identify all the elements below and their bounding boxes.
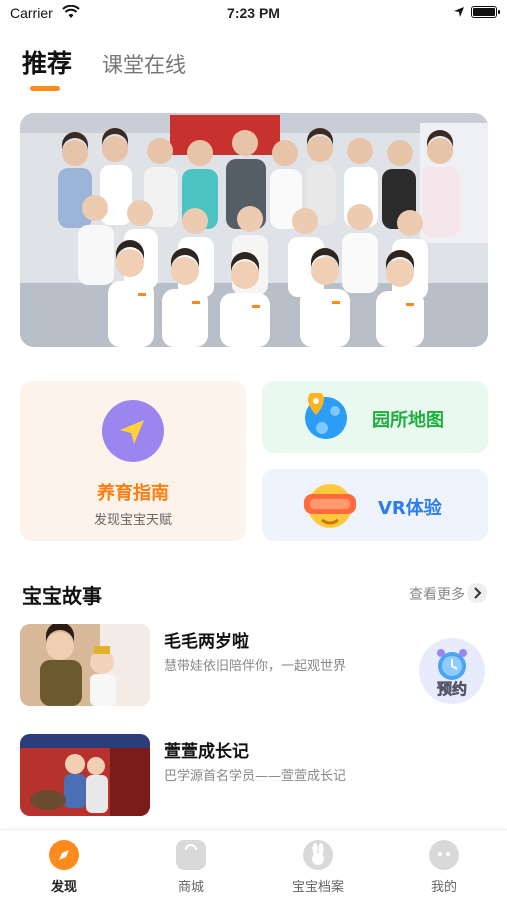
- chevron-right-icon[interactable]: [467, 583, 487, 603]
- tab-recommend[interactable]: 推荐: [22, 44, 72, 80]
- nav-item-shop[interactable]: 商城: [151, 840, 231, 895]
- navigation-arrow-icon: [102, 400, 164, 462]
- profile-icon: [429, 840, 459, 870]
- campus-map-title: 园所地图: [372, 410, 444, 431]
- reserve-label: 预约: [436, 680, 468, 699]
- nav-item-baby-profile[interactable]: 宝宝档案: [278, 840, 358, 895]
- compass-icon: [49, 840, 79, 870]
- tab-online-class[interactable]: 课堂在线: [102, 49, 186, 79]
- shopping-bag-icon: [176, 840, 206, 870]
- story-thumbnail: [20, 734, 150, 816]
- location-arrow-icon: [454, 7, 464, 17]
- nav-label: 宝宝档案: [291, 880, 344, 895]
- campus-map-card[interactable]: 园所地图: [262, 381, 488, 453]
- active-tab-indicator: [30, 86, 60, 91]
- story-thumbnail: [20, 624, 150, 706]
- nav-label: 商城: [177, 880, 204, 895]
- nav-label: 我的: [430, 880, 457, 895]
- parenting-guide-card[interactable]: 养育指南 发现宝宝天赋: [20, 381, 246, 541]
- story-description: 慧带娃依旧陪伴你，一起观世界: [164, 659, 347, 674]
- story-description: 巴学源首名学员——萱萱成长记: [164, 769, 347, 784]
- vr-experience-title: VR体验: [378, 498, 442, 519]
- bottom-nav: 发现 商城 宝宝档案 我的: [0, 829, 507, 900]
- clock: 7:23 PM: [227, 5, 280, 21]
- battery-icon: [471, 6, 500, 18]
- rabbit-icon: [303, 840, 333, 870]
- nav-item-discover[interactable]: 发现: [24, 840, 104, 895]
- section-title-baby-stories: 宝宝故事: [22, 584, 102, 608]
- nav-label: 发现: [50, 880, 77, 895]
- story-title: 萱萱成长记: [164, 742, 249, 762]
- banner-image[interactable]: [20, 113, 488, 347]
- parenting-guide-title: 养育指南: [97, 483, 169, 504]
- view-more-link[interactable]: 查看更多: [409, 584, 465, 604]
- top-tabs: 推荐 课堂在线: [22, 44, 186, 80]
- status-bar: Carrier 7:23 PM: [0, 0, 507, 28]
- list-item[interactable]: 毛毛两岁啦 慧带娃依旧陪伴你，一起观世界: [20, 624, 487, 706]
- list-item[interactable]: 萱萱成长记 巴学源首名学员——萱萱成长记: [20, 734, 487, 816]
- map-pin-globe-icon: [305, 393, 347, 439]
- parenting-guide-subtitle: 发现宝宝天赋: [93, 513, 172, 528]
- story-title: 毛毛两岁啦: [164, 632, 249, 652]
- reserve-button[interactable]: 预约: [419, 638, 485, 704]
- nav-item-mine[interactable]: 我的: [404, 840, 484, 895]
- vr-experience-card[interactable]: VR体验: [262, 469, 488, 541]
- vr-headset-icon: [304, 484, 356, 528]
